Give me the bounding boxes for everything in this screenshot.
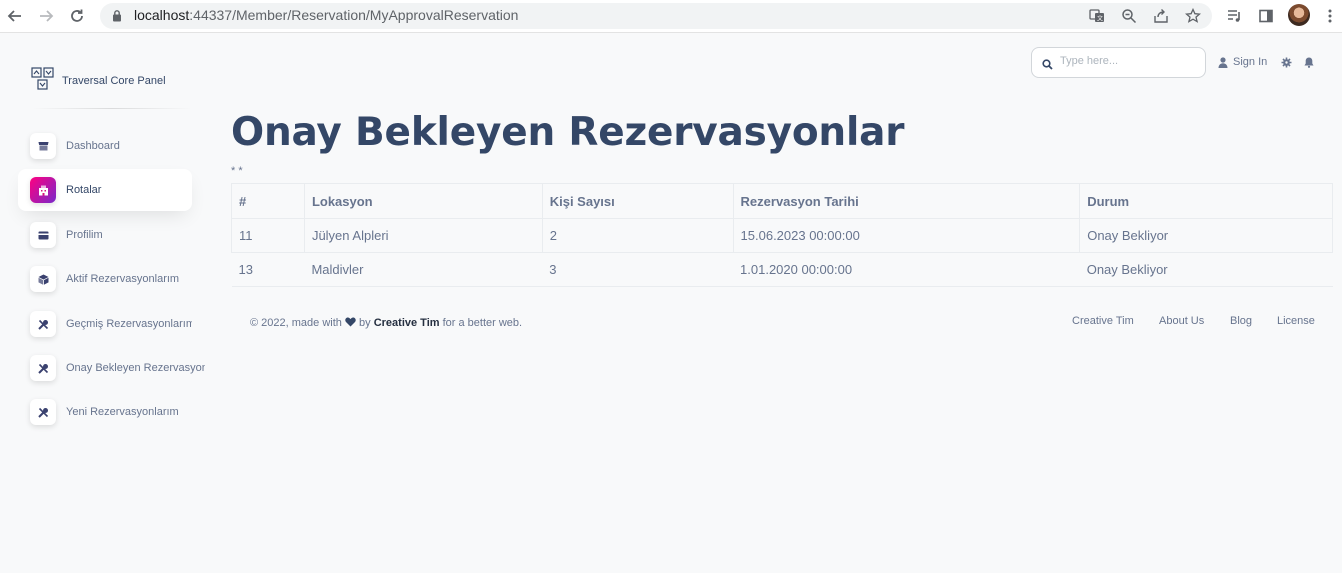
more-menu-icon[interactable]	[1319, 5, 1341, 27]
sidebar-item-label: Yeni Rezervasyonlarım	[66, 406, 179, 418]
settings-tools-icon	[30, 399, 56, 425]
table-cell: 15.06.2023 00:00:00	[732, 218, 1081, 253]
reload-icon[interactable]	[66, 5, 88, 27]
address-bar[interactable]: localhost:44337/Member/Reservation/MyApp…	[100, 3, 1212, 29]
table-header-row: # Lokasyon Kişi Sayısı Rezervasyon Tarih…	[231, 183, 1333, 219]
search-icon	[1042, 57, 1053, 75]
sidebar-item-label: Rotalar	[66, 184, 102, 196]
translate-icon[interactable]: 文	[1088, 7, 1106, 25]
table-cell: 1.01.2020 00:00:00	[733, 252, 1080, 287]
column-header: Kişi Sayısı	[541, 183, 734, 219]
map-icon	[31, 67, 54, 95]
footer-copyright: © 2022, made with by Creative Tim for a …	[250, 317, 523, 329]
search-box	[1031, 47, 1206, 78]
lock-icon	[112, 9, 122, 27]
browser-toolbar: localhost:44337/Member/Reservation/MyApp…	[0, 0, 1342, 33]
sidebar-item-onay-bekleyen[interactable]: Onay Bekleyen Rezervasyonlarım	[18, 347, 205, 389]
media-icon[interactable]	[1223, 5, 1245, 27]
reservations-table: # Lokasyon Kişi Sayısı Rezervasyon Tarih…	[231, 183, 1333, 287]
svg-text:文: 文	[1097, 15, 1103, 23]
shop-icon	[30, 133, 56, 159]
user-icon	[1218, 56, 1228, 68]
profile-avatar[interactable]	[1288, 4, 1310, 26]
sign-in-label: Sign In	[1233, 56, 1268, 68]
url-text: localhost:44337/Member/Reservation/MyApp…	[134, 7, 519, 23]
sidebar-item-label: Profilim	[66, 229, 103, 241]
sidebar-item-label: Geçmiş Rezervasyonlarım	[66, 318, 192, 330]
footer-link-creative-tim[interactable]: Creative Tim	[1072, 315, 1134, 327]
brand-name: Traversal Core Panel	[62, 75, 166, 87]
column-header: Durum	[1079, 183, 1333, 219]
side-panel-icon[interactable]	[1255, 5, 1277, 27]
column-header: Rezervasyon Tarihi	[732, 183, 1081, 219]
sidebar-item-profilim[interactable]: Profilim	[18, 214, 192, 256]
table-cell: 3	[542, 252, 734, 287]
sidebar-item-label: Aktif Rezervasyonlarım	[66, 273, 180, 285]
credit-card-icon	[30, 222, 56, 248]
sidebar-item-aktif-rezervasyonlarim[interactable]: Aktif Rezervasyonlarım	[18, 258, 192, 300]
table-cell: Maldivler	[304, 252, 543, 287]
box-icon	[30, 266, 56, 292]
footer-author-link[interactable]: Creative Tim	[374, 317, 440, 329]
table-cell: 11	[231, 218, 305, 253]
sign-in-link[interactable]: Sign In	[1218, 56, 1267, 68]
back-icon[interactable]	[4, 5, 26, 27]
table-cell: 2	[541, 218, 734, 253]
table-cell: Onay Bekliyor	[1079, 252, 1333, 287]
bell-icon[interactable]	[1303, 56, 1315, 68]
footer-link-about-us[interactable]: About Us	[1159, 315, 1204, 327]
heart-icon	[345, 317, 356, 327]
share-icon[interactable]	[1152, 7, 1170, 25]
brand[interactable]: Traversal Core Panel	[31, 67, 166, 95]
page-title: Onay Bekleyen Rezervasyonlar	[231, 110, 905, 155]
settings-tools-icon	[30, 311, 56, 337]
sidebar-item-gecmis-rezervasyonlarim[interactable]: Geçmiş Rezervasyonlarım	[18, 303, 192, 345]
table-cell: 13	[231, 252, 305, 287]
sidebar-item-label: Onay Bekleyen Rezervasyonlarım	[66, 362, 205, 374]
zoom-icon[interactable]	[1120, 7, 1138, 25]
table-cell: Onay Bekliyor	[1079, 218, 1333, 253]
stars-text: * *	[231, 165, 243, 177]
column-header: #	[231, 183, 305, 219]
gear-icon[interactable]	[1280, 56, 1292, 68]
column-header: Lokasyon	[303, 183, 543, 219]
settings-tools-icon	[30, 355, 56, 381]
forward-icon[interactable]	[35, 5, 57, 27]
table-row: 13 Maldivler 3 1.01.2020 00:00:00 Onay B…	[231, 252, 1333, 287]
table-cell: Jülyen Alpleri	[303, 218, 543, 253]
search-input[interactable]	[1060, 55, 1200, 67]
sidebar-item-rotalar[interactable]: Rotalar	[18, 169, 192, 211]
table-row: 11 Jülyen Alpleri 2 15.06.2023 00:00:00 …	[231, 218, 1333, 253]
sidebar-item-dashboard[interactable]: Dashboard	[18, 125, 192, 167]
sidebar-divider	[32, 108, 192, 109]
sidebar-item-label: Dashboard	[66, 140, 120, 152]
footer-link-license[interactable]: License	[1277, 315, 1315, 327]
footer-link-blog[interactable]: Blog	[1230, 315, 1252, 327]
bookmark-star-icon[interactable]	[1184, 7, 1202, 25]
building-icon	[30, 177, 56, 203]
sidebar-item-yeni-rezervasyonlarim[interactable]: Yeni Rezervasyonlarım	[18, 391, 192, 433]
